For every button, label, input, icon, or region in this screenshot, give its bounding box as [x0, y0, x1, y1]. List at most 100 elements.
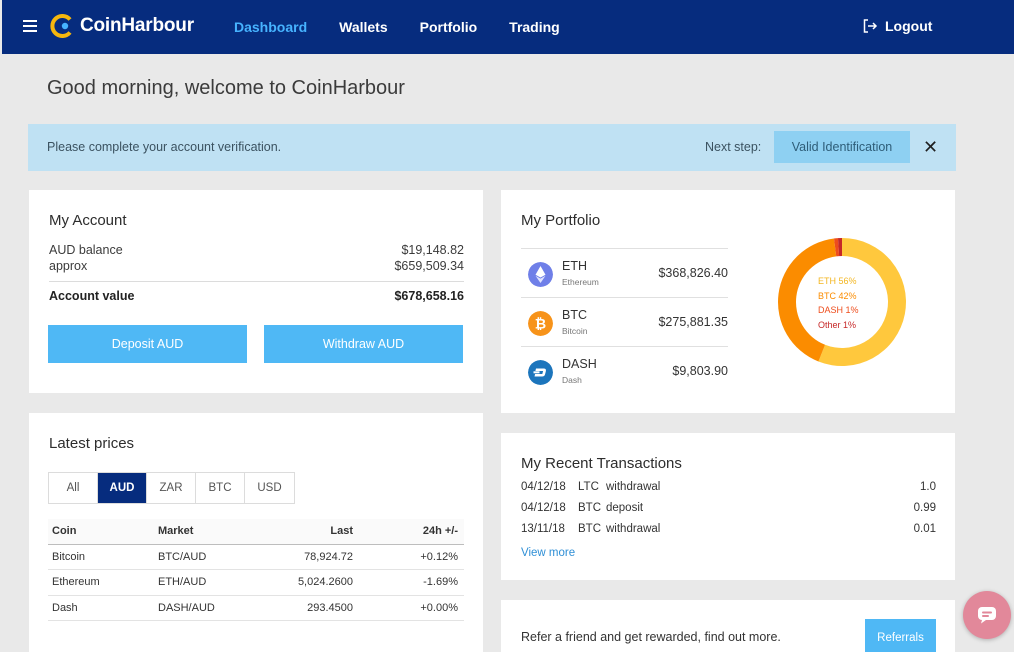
coin-cell: Dash	[48, 595, 154, 621]
holding-name: Dash	[562, 375, 582, 385]
nav-trading[interactable]: Trading	[509, 19, 560, 35]
nav-dashboard[interactable]: Dashboard	[234, 19, 307, 35]
prices-table: Coin Market Last 24h +/- Bitcoin BTC/AUD…	[48, 519, 464, 621]
tx-coin: LTC	[578, 481, 599, 493]
holding-value: $368,826.40	[658, 266, 728, 280]
tab-usd[interactable]: USD	[245, 473, 294, 503]
referral-text: Refer a friend and get rewarded, find ou…	[521, 630, 781, 644]
tx-type: deposit	[606, 502, 644, 514]
tab-zar[interactable]: ZAR	[147, 473, 196, 503]
withdraw-aud-button[interactable]: Withdraw AUD	[264, 325, 463, 363]
holding-symbol: ETH	[562, 259, 587, 273]
holding-row[interactable]: ETH Ethereum $368,826.40	[521, 248, 728, 297]
column-header: Last	[254, 519, 359, 545]
legend-item: ETH 56%	[818, 276, 857, 286]
logout-label: Logout	[885, 18, 933, 34]
valid-identification-button[interactable]: Valid Identification	[774, 131, 910, 163]
column-header: Coin	[48, 519, 154, 545]
coinharbour-logo-icon	[50, 14, 72, 38]
table-row[interactable]: Bitcoin BTC/AUD 78,924.72 +0.12%	[48, 544, 464, 570]
holding-symbol: BTC	[562, 308, 587, 322]
account-total-row: Account value $678,658.16	[49, 289, 464, 303]
brand-logo[interactable]: CoinHarbour	[50, 14, 194, 38]
table-header-row: Coin Market Last 24h +/-	[48, 519, 464, 545]
last-cell: 293.4500	[254, 595, 359, 621]
bitcoin-icon: ₿	[528, 311, 553, 336]
nav-portfolio[interactable]: Portfolio	[420, 19, 478, 35]
card-title: My Portfolio	[521, 212, 601, 229]
my-portfolio-card: My Portfolio ETH Ethereum $368,826.40 ₿ …	[501, 190, 955, 413]
row-label: AUD balance	[49, 243, 123, 257]
coin-cell: Ethereum	[48, 569, 154, 596]
holding-value: $275,881.35	[658, 315, 728, 329]
referral-card: Refer a friend and get rewarded, find ou…	[501, 600, 955, 652]
tx-coin: BTC	[578, 502, 601, 514]
tab-btc[interactable]: BTC	[196, 473, 245, 503]
total-label: Account value	[49, 289, 135, 303]
tx-date: 13/11/18	[521, 523, 565, 535]
tab-aud[interactable]: AUD	[98, 473, 147, 503]
main-nav: Dashboard Wallets Portfolio Trading	[234, 0, 592, 54]
referrals-button[interactable]: Referrals	[865, 619, 936, 652]
deposit-aud-button[interactable]: Deposit AUD	[48, 325, 247, 363]
dash-icon	[528, 360, 553, 385]
market-cell: DASH/AUD	[154, 595, 254, 621]
verification-alert: Please complete your account verificatio…	[28, 124, 956, 171]
change-cell: +0.12%	[359, 544, 464, 570]
market-cell: BTC/AUD	[154, 544, 254, 570]
change-cell: +0.00%	[359, 595, 464, 621]
column-header: Market	[154, 519, 254, 545]
chat-widget-button[interactable]	[963, 591, 1011, 639]
holding-name: Ethereum	[562, 277, 599, 287]
recent-transactions-card: My Recent Transactions 04/12/18 LTC with…	[501, 433, 955, 580]
legend-item: BTC 42%	[818, 290, 857, 301]
tx-coin: BTC	[578, 523, 601, 535]
close-icon[interactable]: ✕	[923, 137, 938, 157]
tx-amount: 0.99	[913, 502, 936, 514]
market-cell: ETH/AUD	[154, 569, 254, 596]
total-value: $678,658.16	[394, 289, 464, 303]
tx-type: withdrawal	[606, 481, 661, 493]
tx-amount: 0.01	[913, 523, 936, 535]
svg-text:₿: ₿	[535, 317, 546, 333]
holding-symbol: DASH	[562, 357, 597, 371]
my-account-card: My Account AUD balance $19,148.82 approx…	[29, 190, 483, 393]
tx-amount: 1.0	[920, 481, 936, 493]
card-title: My Account	[49, 212, 127, 229]
column-header: 24h +/-	[359, 519, 464, 545]
logout-icon	[863, 19, 878, 33]
row-value: $19,148.82	[401, 243, 464, 257]
account-row: approx $659,509.34	[49, 259, 464, 273]
holding-name: Bitcoin	[562, 326, 588, 336]
holding-row[interactable]: ₿ BTC Bitcoin $275,881.35	[521, 297, 728, 346]
nav-wallets[interactable]: Wallets	[339, 19, 388, 35]
row-label: approx	[49, 259, 88, 273]
card-title: My Recent Transactions	[521, 455, 682, 472]
holding-value: $9,803.90	[672, 364, 728, 378]
change-cell: -1.69%	[359, 569, 464, 596]
brand-name: CoinHarbour	[80, 15, 194, 36]
row-value: $659,509.34	[394, 259, 464, 273]
table-row[interactable]: Ethereum ETH/AUD 5,024.2600 -1.69%	[48, 569, 464, 596]
ethereum-icon	[528, 262, 553, 287]
legend-item: Other 1%	[818, 319, 857, 330]
view-more-link[interactable]: View more	[521, 547, 575, 559]
alert-next-step-label: Next step:	[705, 140, 762, 154]
card-title: Latest prices	[49, 435, 135, 452]
tx-date: 04/12/18	[521, 481, 566, 493]
page-greeting: Good morning, welcome to CoinHarbour	[47, 77, 405, 99]
alert-message: Please complete your account verificatio…	[47, 140, 282, 154]
account-row: AUD balance $19,148.82	[49, 243, 464, 257]
last-cell: 5,024.2600	[254, 569, 359, 596]
coin-cell: Bitcoin	[48, 544, 154, 570]
last-cell: 78,924.72	[254, 544, 359, 570]
holding-row[interactable]: DASH Dash $9,803.90	[521, 346, 728, 395]
latest-prices-card: Latest prices All AUD ZAR BTC USD Coin M…	[29, 413, 483, 652]
logout-button[interactable]: Logout	[862, 18, 932, 34]
donut-legend: ETH 56% BTC 42% DASH 1% Other 1%	[818, 274, 859, 332]
tx-type: withdrawal	[606, 523, 661, 535]
chat-icon	[978, 607, 996, 624]
tab-all[interactable]: All	[49, 473, 98, 503]
table-row[interactable]: Dash DASH/AUD 293.4500 +0.00%	[48, 595, 464, 621]
menu-icon[interactable]	[23, 20, 37, 32]
